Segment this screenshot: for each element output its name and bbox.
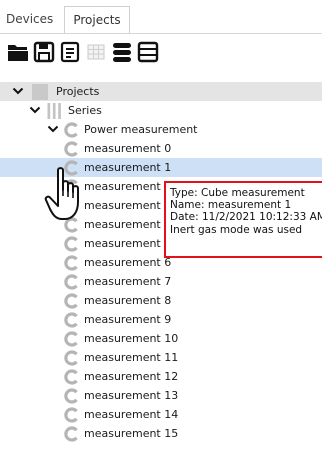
tree-item-measurement[interactable]: measurement 9 — [0, 310, 322, 329]
tree-item-label: measurement 13 — [84, 389, 179, 402]
tree-item-measurement[interactable]: measurement 10 — [0, 329, 322, 348]
tree-item-measurement[interactable]: measurement 11 — [0, 348, 322, 367]
tree-item-measurement[interactable]: measurement 8 — [0, 291, 322, 310]
grid-icon — [87, 44, 105, 60]
measurement-c-icon — [64, 293, 78, 309]
list-icon — [137, 41, 159, 63]
tree-node-label: Power measurement — [84, 123, 198, 136]
tree-item-label: measurement 4 — [84, 218, 172, 231]
tree-item-measurement[interactable]: measurement 13 — [0, 386, 322, 405]
database-icon — [113, 43, 131, 62]
tree-item-label: measurement 0 — [84, 142, 172, 155]
tree-item-label: measurement 1 — [84, 161, 172, 174]
tree-item-label: measurement 5 — [84, 237, 172, 250]
open-folder-button[interactable] — [5, 38, 31, 66]
measurement-c-icon — [64, 122, 78, 138]
tree-item-label: measurement 3 — [84, 199, 172, 212]
tree-item-label: measurement 2 — [84, 180, 172, 193]
measurement-c-icon — [64, 331, 78, 347]
tree-item-label: measurement 14 — [84, 408, 179, 421]
tab-devices[interactable]: Devices — [6, 6, 64, 33]
toolbar — [0, 34, 322, 70]
chevron-down-icon[interactable] — [29, 104, 41, 116]
chevron-down-icon[interactable] — [47, 123, 59, 135]
measurement-c-icon — [64, 236, 78, 252]
tree-item-measurement[interactable]: measurement 15 — [0, 424, 322, 443]
grid-button[interactable] — [83, 38, 109, 66]
series-icon — [47, 103, 61, 119]
project-icon — [32, 84, 48, 100]
hand-pointer-icon — [44, 167, 79, 220]
tooltip-note: Inert gas mode was used — [170, 223, 303, 236]
chevron-down-icon[interactable] — [12, 85, 24, 97]
document-icon — [60, 41, 80, 63]
tab-projects[interactable]: Projects — [64, 6, 130, 34]
save-button[interactable] — [31, 38, 57, 66]
measurement-c-icon — [64, 274, 78, 290]
tooltip-name: Name: measurement 1 — [170, 199, 292, 212]
measurement-c-icon — [64, 255, 78, 271]
measurement-c-icon — [64, 312, 78, 328]
open-folder-icon — [8, 45, 28, 61]
tree-item-label: measurement 8 — [84, 294, 172, 307]
tab-bar: Devices Projects — [0, 0, 322, 34]
tree-item-label: measurement 15 — [84, 427, 179, 440]
tree-item-measurement[interactable]: measurement 0 — [0, 139, 322, 158]
save-icon — [33, 41, 55, 63]
tree-item-measurement[interactable]: measurement 14 — [0, 405, 322, 424]
tooltip-date: Date: 11/2/2021 10:12:33 AM — [170, 211, 322, 224]
measurement-c-icon — [64, 350, 78, 366]
database-button[interactable] — [109, 38, 135, 66]
measurement-c-icon — [64, 426, 78, 442]
tree-item-label: measurement 11 — [84, 351, 179, 364]
tree-root-projects[interactable]: Projects — [0, 82, 322, 101]
tree-item-measurement[interactable]: measurement 12 — [0, 367, 322, 386]
tree-item-label: measurement 6 — [84, 256, 172, 269]
tree-node-label: Series — [68, 104, 102, 117]
tree-item-label: measurement 10 — [84, 332, 179, 345]
list-button[interactable] — [135, 38, 161, 66]
measurement-c-icon — [64, 369, 78, 385]
tree-item-label: measurement 7 — [84, 275, 172, 288]
tree-item-label: measurement 12 — [84, 370, 179, 383]
tree-item-measurement[interactable]: measurement 7 — [0, 272, 322, 291]
tree-node-power-measurement[interactable]: Power measurement — [0, 120, 322, 139]
tree-item-label: measurement 9 — [84, 313, 172, 326]
tree-node-label: Projects — [56, 85, 100, 98]
measurement-c-icon — [64, 407, 78, 423]
document-button[interactable] — [57, 38, 83, 66]
measurement-c-icon — [64, 388, 78, 404]
measurement-c-icon — [64, 141, 78, 157]
tree-node-series[interactable]: Series — [0, 101, 322, 120]
measurement-tooltip: Type: Cube measurement Name: measurement… — [164, 181, 322, 258]
tooltip-type: Type: Cube measurement — [170, 187, 305, 199]
